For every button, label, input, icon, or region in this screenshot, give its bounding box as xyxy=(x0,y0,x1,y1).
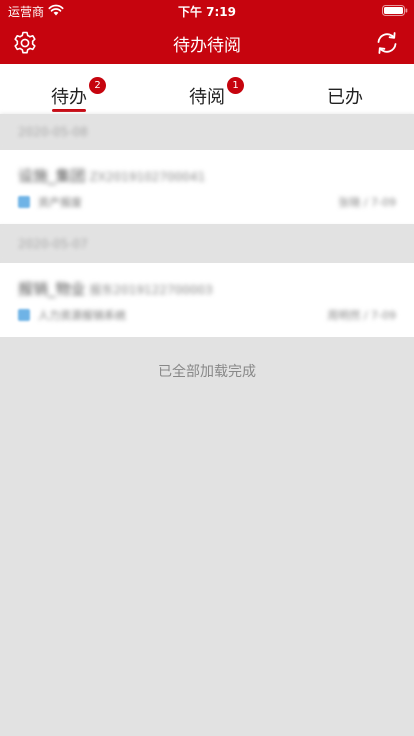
tab-done-text: 已办 xyxy=(327,87,363,108)
app-header: 运营商 下午 7:19 待办待阅 xyxy=(0,0,414,64)
tab-todo-label: 待办 2 xyxy=(51,77,106,109)
item-title-text: 报销_物业 xyxy=(18,280,86,298)
list-item[interactable]: 设施_集团 ZX2019102700041 资产报废 张晓 / 7-09 xyxy=(0,150,414,224)
nav-bar: 待办待阅 xyxy=(0,20,414,64)
status-time: 下午 7:19 xyxy=(177,5,237,19)
tab-to-read-badge: 1 xyxy=(227,77,244,94)
tab-to-read-text: 待阅 xyxy=(189,87,225,108)
tab-todo-badge: 2 xyxy=(89,77,106,94)
item-meta: 周明然 / 7-09 xyxy=(327,309,396,322)
document-type-icon xyxy=(18,309,30,321)
load-complete-status: 已全部加载完成 xyxy=(158,364,256,380)
tab-todo-text: 待办 xyxy=(51,87,87,108)
status-bar: 运营商 下午 7:19 xyxy=(0,0,414,20)
date-group-header: 2020-05-07 xyxy=(0,226,414,262)
page-title: 待办待阅 xyxy=(173,36,241,56)
tab-done-label: 已办 xyxy=(327,83,363,109)
tab-done[interactable]: 已办 xyxy=(276,64,414,114)
item-title-text: 设施_集团 xyxy=(18,167,86,185)
tab-to-read-label: 待阅 1 xyxy=(189,77,244,109)
list-item[interactable]: 报销_物业 报东2019122700003 人力资源报销系统 周明然 / 7-09 xyxy=(0,263,414,337)
item-code: ZX2019102700041 xyxy=(89,170,206,184)
battery-icon xyxy=(382,5,408,16)
item-title: 设施_集团 ZX2019102700041 xyxy=(18,165,205,186)
item-title: 报销_物业 报东2019122700003 xyxy=(18,278,213,299)
item-code: 报东2019122700003 xyxy=(89,283,213,297)
item-type: 资产报废 xyxy=(38,196,82,209)
item-type: 人力资源报销系统 xyxy=(38,309,126,322)
active-tab-indicator xyxy=(52,109,86,112)
date-group-header: 2020-05-08 xyxy=(0,114,414,150)
tab-todo[interactable]: 待办 2 xyxy=(0,64,138,114)
item-meta: 张晓 / 7-09 xyxy=(338,196,396,209)
document-type-icon xyxy=(18,196,30,208)
tab-to-read[interactable]: 待阅 1 xyxy=(138,64,276,114)
refresh-icon[interactable] xyxy=(374,30,400,56)
tab-bar: 待办 2 待阅 1 已办 xyxy=(0,64,414,114)
